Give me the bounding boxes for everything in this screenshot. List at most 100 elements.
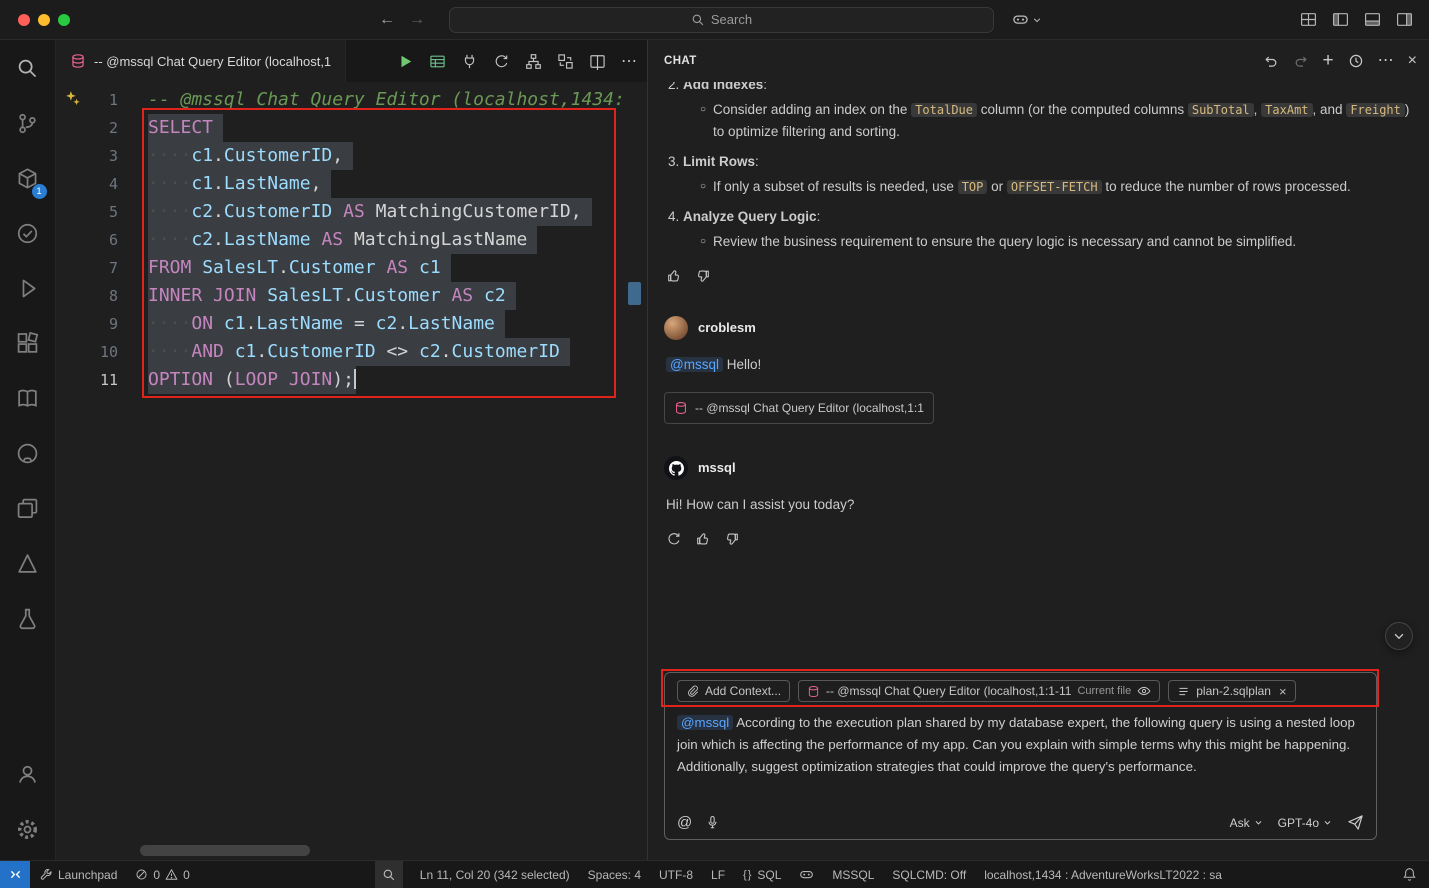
undo-icon[interactable] (1263, 53, 1279, 69)
code-line[interactable]: 5····c2.CustomerID AS MatchingCustomerID… (62, 198, 647, 226)
sidebar-item-extensions[interactable] (4, 319, 52, 367)
mention-chip[interactable]: @mssql (666, 357, 723, 372)
chat-prompt-input[interactable]: @mssql According to the execution plan s… (677, 712, 1364, 778)
zoom-indicator[interactable] (375, 861, 403, 888)
toggle-panel-icon[interactable] (1364, 11, 1381, 28)
add-context-button[interactable]: Add Context... (677, 680, 790, 702)
sidebar-item-remote-explorer[interactable] (4, 484, 52, 532)
split-editor-icon[interactable] (589, 53, 606, 70)
code-line[interactable]: 7FROM SalesLT.Customer AS c1 (62, 254, 647, 282)
sidebar-item-search[interactable] (4, 44, 52, 92)
mention-button[interactable]: @ (677, 814, 692, 831)
encoding-button[interactable]: UTF-8 (650, 861, 702, 888)
schema-compare-icon[interactable] (557, 53, 574, 70)
chat-input-container[interactable]: Add Context... -- @mssql Chat Query Edit… (664, 672, 1377, 840)
mssql-status-button[interactable]: MSSQL (823, 861, 883, 888)
toggle-secondary-sidebar-icon[interactable] (1396, 11, 1413, 28)
run-query-button[interactable] (397, 53, 414, 70)
code-line[interactable]: 10····AND c1.CustomerID <> c2.CustomerID (62, 338, 647, 366)
line-number[interactable]: 3 (62, 142, 118, 170)
go-back-button[interactable]: ← (379, 11, 395, 29)
notifications-bell-button[interactable] (1390, 861, 1429, 888)
code-token: ···· (148, 173, 191, 194)
code-line[interactable]: 9····ON c1.LastName = c2.LastName (62, 310, 647, 338)
close-icon[interactable]: × (1408, 53, 1417, 69)
line-number[interactable]: 5 (62, 198, 118, 226)
context-chip-current-file[interactable]: -- @mssql Chat Query Editor (localhost,1… (798, 680, 1160, 702)
code-editor[interactable]: 1-- @mssql Chat Query Editor (localhost,… (56, 82, 647, 860)
editor-tab[interactable]: -- @mssql Chat Query Editor (localhost,1 (56, 40, 346, 82)
sidebar-item-database-projects[interactable]: 1 (4, 154, 52, 202)
new-chat-icon[interactable]: + (1323, 53, 1334, 69)
results-grid-icon[interactable] (429, 53, 446, 70)
line-number[interactable]: 2 (62, 114, 118, 142)
sidebar-item-github[interactable] (4, 429, 52, 477)
settings-button[interactable] (4, 805, 52, 853)
close-window-button[interactable] (18, 14, 30, 26)
language-mode-button[interactable]: {} SQL (734, 861, 790, 888)
thumbs-down-icon[interactable] (724, 531, 740, 547)
remove-context-icon[interactable]: × (1279, 684, 1287, 699)
model-picker[interactable]: GPT-4o (1278, 816, 1332, 830)
copilot-status-button[interactable] (790, 861, 823, 888)
sidebar-item-azure[interactable] (4, 539, 52, 587)
copilot-sparkle-icon[interactable] (64, 90, 81, 107)
line-number[interactable]: 10 (62, 338, 118, 366)
thumbs-up-icon[interactable] (666, 268, 682, 284)
code-line[interactable]: 1-- @mssql Chat Query Editor (localhost,… (62, 86, 647, 114)
minimize-window-button[interactable] (38, 14, 50, 26)
indentation-button[interactable]: Spaces: 4 (579, 861, 650, 888)
mode-picker[interactable]: Ask (1230, 816, 1263, 830)
code-line[interactable]: 4····c1.LastName, (62, 170, 647, 198)
history-icon[interactable] (1348, 53, 1364, 69)
message-attachment-chip[interactable]: -- @mssql Chat Query Editor (localhost,1… (664, 392, 934, 424)
go-forward-button[interactable]: → (409, 11, 425, 29)
scroll-to-bottom-button[interactable] (1385, 622, 1413, 650)
horizontal-scrollbar[interactable] (140, 845, 310, 856)
line-number[interactable]: 6 (62, 226, 118, 254)
sidebar-item-run-debug[interactable] (4, 264, 52, 312)
code-line[interactable]: 3····c1.CustomerID, (62, 142, 647, 170)
search-command-center[interactable]: Search (449, 7, 994, 33)
problems-button[interactable]: 0 0 (126, 861, 198, 888)
code-line[interactable]: 2SELECT (62, 114, 647, 142)
more-icon[interactable]: ⋯ (1378, 53, 1394, 69)
sqlcmd-button[interactable]: SQLCMD: Off (883, 861, 975, 888)
launchpad-button[interactable]: Launchpad (30, 861, 126, 888)
retry-icon[interactable] (666, 531, 682, 547)
maximize-window-button[interactable] (58, 14, 70, 26)
thumbs-down-icon[interactable] (695, 268, 711, 284)
sidebar-item-source-control[interactable] (4, 99, 52, 147)
cursor-position-button[interactable]: Ln 11, Col 20 (342 selected) (411, 861, 579, 888)
code-line[interactable]: 8INNER JOIN SalesLT.Customer AS c2 (62, 282, 647, 310)
toggle-sidebar-icon[interactable] (1332, 11, 1349, 28)
line-number[interactable]: 11 (62, 366, 118, 394)
estimated-plan-icon[interactable] (525, 53, 542, 70)
thumbs-up-icon[interactable] (695, 531, 711, 547)
refresh-connection-icon[interactable] (493, 53, 510, 70)
remote-indicator[interactable] (0, 861, 30, 888)
sidebar-item-sql-tools[interactable] (4, 594, 52, 642)
more-actions-icon[interactable]: ⋯ (621, 51, 637, 71)
line-number[interactable]: 4 (62, 170, 118, 198)
context-chip-plan-file[interactable]: plan-2.sqlplan × (1168, 680, 1295, 702)
code-line[interactable]: 11OPTION (LOOP JOIN); (62, 366, 647, 394)
eye-icon[interactable] (1137, 684, 1151, 698)
microphone-button[interactable] (705, 815, 720, 830)
line-number[interactable]: 9 (62, 310, 118, 338)
editor-group: -- @mssql Chat Query Editor (localhost,1… (56, 40, 648, 860)
line-number[interactable]: 8 (62, 282, 118, 310)
redo-icon[interactable] (1293, 53, 1309, 69)
sidebar-item-task-history[interactable] (4, 209, 52, 257)
code-line[interactable]: 6····c2.LastName AS MatchingLastName (62, 226, 647, 254)
connection-button[interactable]: localhost,1434 : AdventureWorksLT2022 : … (975, 861, 1231, 888)
eol-button[interactable]: LF (702, 861, 734, 888)
accounts-button[interactable] (4, 750, 52, 798)
line-number[interactable]: 7 (62, 254, 118, 282)
sidebar-item-docs[interactable] (4, 374, 52, 422)
send-button[interactable] (1347, 814, 1364, 831)
customize-layout-icon[interactable] (1300, 11, 1317, 28)
copilot-menu-button[interactable] (1012, 11, 1042, 28)
disconnect-plug-icon[interactable] (461, 53, 478, 70)
mention-chip: @mssql (677, 715, 733, 730)
